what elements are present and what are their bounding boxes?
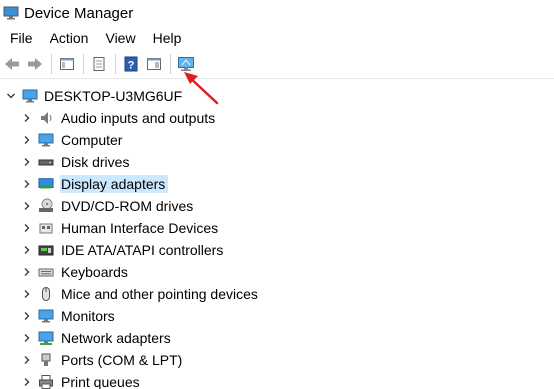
action-pane-button[interactable] xyxy=(144,53,164,75)
chevron-right-icon[interactable] xyxy=(20,265,34,279)
device-tree: DESKTOP-U3MG6UF Audio inputs and outputs… xyxy=(0,79,554,389)
menu-help[interactable]: Help xyxy=(147,30,188,46)
tree-root[interactable]: DESKTOP-U3MG6UF xyxy=(0,85,554,107)
chevron-right-icon[interactable] xyxy=(20,111,34,125)
tree-node-label: Display adapters xyxy=(60,175,169,193)
tree-node-monitors[interactable]: Monitors xyxy=(0,305,554,327)
network-adapter-icon xyxy=(38,330,54,346)
tree-node-label: Audio inputs and outputs xyxy=(61,110,216,126)
tree-node-label: Keyboards xyxy=(61,264,128,280)
mouse-icon xyxy=(38,286,54,302)
toolbar-separator xyxy=(51,54,52,74)
show-hide-console-tree-button[interactable] xyxy=(57,53,77,75)
tree-node-label: Network adapters xyxy=(61,330,171,346)
speaker-icon xyxy=(38,110,54,126)
action-pane-icon xyxy=(147,58,161,70)
tree-node-label: Ports (COM & LPT) xyxy=(61,352,183,368)
title-bar: Device Manager xyxy=(0,0,554,26)
tree-node-label: Mice and other pointing devices xyxy=(61,286,258,302)
properties-icon xyxy=(93,57,105,71)
tree-node-keyboards[interactable]: Keyboards xyxy=(0,261,554,283)
chevron-right-icon[interactable] xyxy=(20,133,34,147)
printer-icon xyxy=(38,374,54,389)
tree-node-mice[interactable]: Mice and other pointing devices xyxy=(0,283,554,305)
monitor-icon xyxy=(38,308,54,324)
tree-node-ide-controllers[interactable]: IDE ATA/ATAPI controllers xyxy=(0,239,554,261)
toolbar-separator xyxy=(83,54,84,74)
properties-button[interactable] xyxy=(89,53,109,75)
menu-action[interactable]: Action xyxy=(44,30,95,46)
menu-bar: File Action View Help xyxy=(0,26,554,50)
tree-node-print-queues[interactable]: Print queues xyxy=(0,371,554,389)
back-arrow-icon xyxy=(5,58,19,70)
tree-node-ports[interactable]: Ports (COM & LPT) xyxy=(0,349,554,371)
tree-node-disk-drives[interactable]: Disk drives xyxy=(0,151,554,173)
port-icon xyxy=(38,352,54,368)
toolbar-separator xyxy=(115,54,116,74)
console-tree-icon xyxy=(60,58,74,70)
toolbar: ? xyxy=(0,50,554,79)
display-adapter-icon xyxy=(38,176,54,192)
chevron-right-icon[interactable] xyxy=(20,199,34,213)
tree-node-label: IDE ATA/ATAPI controllers xyxy=(61,242,224,258)
tree-node-network-adapters[interactable]: Network adapters xyxy=(0,327,554,349)
chevron-right-icon[interactable] xyxy=(20,309,34,323)
forward-button[interactable] xyxy=(25,53,45,75)
tree-node-label: Human Interface Devices xyxy=(61,220,219,236)
scan-for-hardware-changes-button[interactable] xyxy=(176,53,196,75)
hid-icon xyxy=(38,220,54,236)
svg-text:?: ? xyxy=(128,60,135,72)
chevron-right-icon[interactable] xyxy=(20,287,34,301)
back-button[interactable] xyxy=(2,53,22,75)
chevron-right-icon[interactable] xyxy=(20,155,34,169)
disk-drive-icon xyxy=(38,154,54,170)
tree-node-label: Computer xyxy=(61,132,123,148)
chevron-right-icon[interactable] xyxy=(20,331,34,345)
keyboard-icon xyxy=(38,264,54,280)
chevron-right-icon[interactable] xyxy=(20,353,34,367)
computer-icon xyxy=(38,132,54,148)
chevron-down-icon[interactable] xyxy=(4,89,18,103)
help-icon: ? xyxy=(124,56,138,72)
forward-arrow-icon xyxy=(28,58,42,70)
tree-node-label: DVD/CD-ROM drives xyxy=(61,198,194,214)
device-manager-icon xyxy=(3,5,19,21)
tree-node-label: Print queues xyxy=(61,374,140,389)
tree-node-display-adapters[interactable]: Display adapters xyxy=(0,173,554,195)
toolbar-separator xyxy=(170,54,171,74)
menu-view[interactable]: View xyxy=(99,30,141,46)
monitor-scan-icon xyxy=(178,57,194,71)
computer-icon xyxy=(22,88,38,104)
tree-node-label: Monitors xyxy=(61,308,115,324)
device-manager-window: Device Manager File Action View Help ? D… xyxy=(0,0,554,389)
chevron-right-icon[interactable] xyxy=(20,177,34,191)
dvd-drive-icon xyxy=(38,198,54,214)
tree-node-computer[interactable]: Computer xyxy=(0,129,554,151)
chevron-right-icon[interactable] xyxy=(20,221,34,235)
tree-node-dvd-drives[interactable]: DVD/CD-ROM drives xyxy=(0,195,554,217)
tree-node-label: Disk drives xyxy=(61,154,130,170)
tree-node-audio[interactable]: Audio inputs and outputs xyxy=(0,107,554,129)
menu-file[interactable]: File xyxy=(4,30,39,46)
tree-root-label: DESKTOP-U3MG6UF xyxy=(44,88,183,104)
help-button[interactable]: ? xyxy=(121,53,141,75)
window-title: Device Manager xyxy=(24,4,134,22)
chevron-right-icon[interactable] xyxy=(20,243,34,257)
chevron-right-icon[interactable] xyxy=(20,375,34,389)
tree-node-hid[interactable]: Human Interface Devices xyxy=(0,217,554,239)
ide-controller-icon xyxy=(38,242,54,258)
